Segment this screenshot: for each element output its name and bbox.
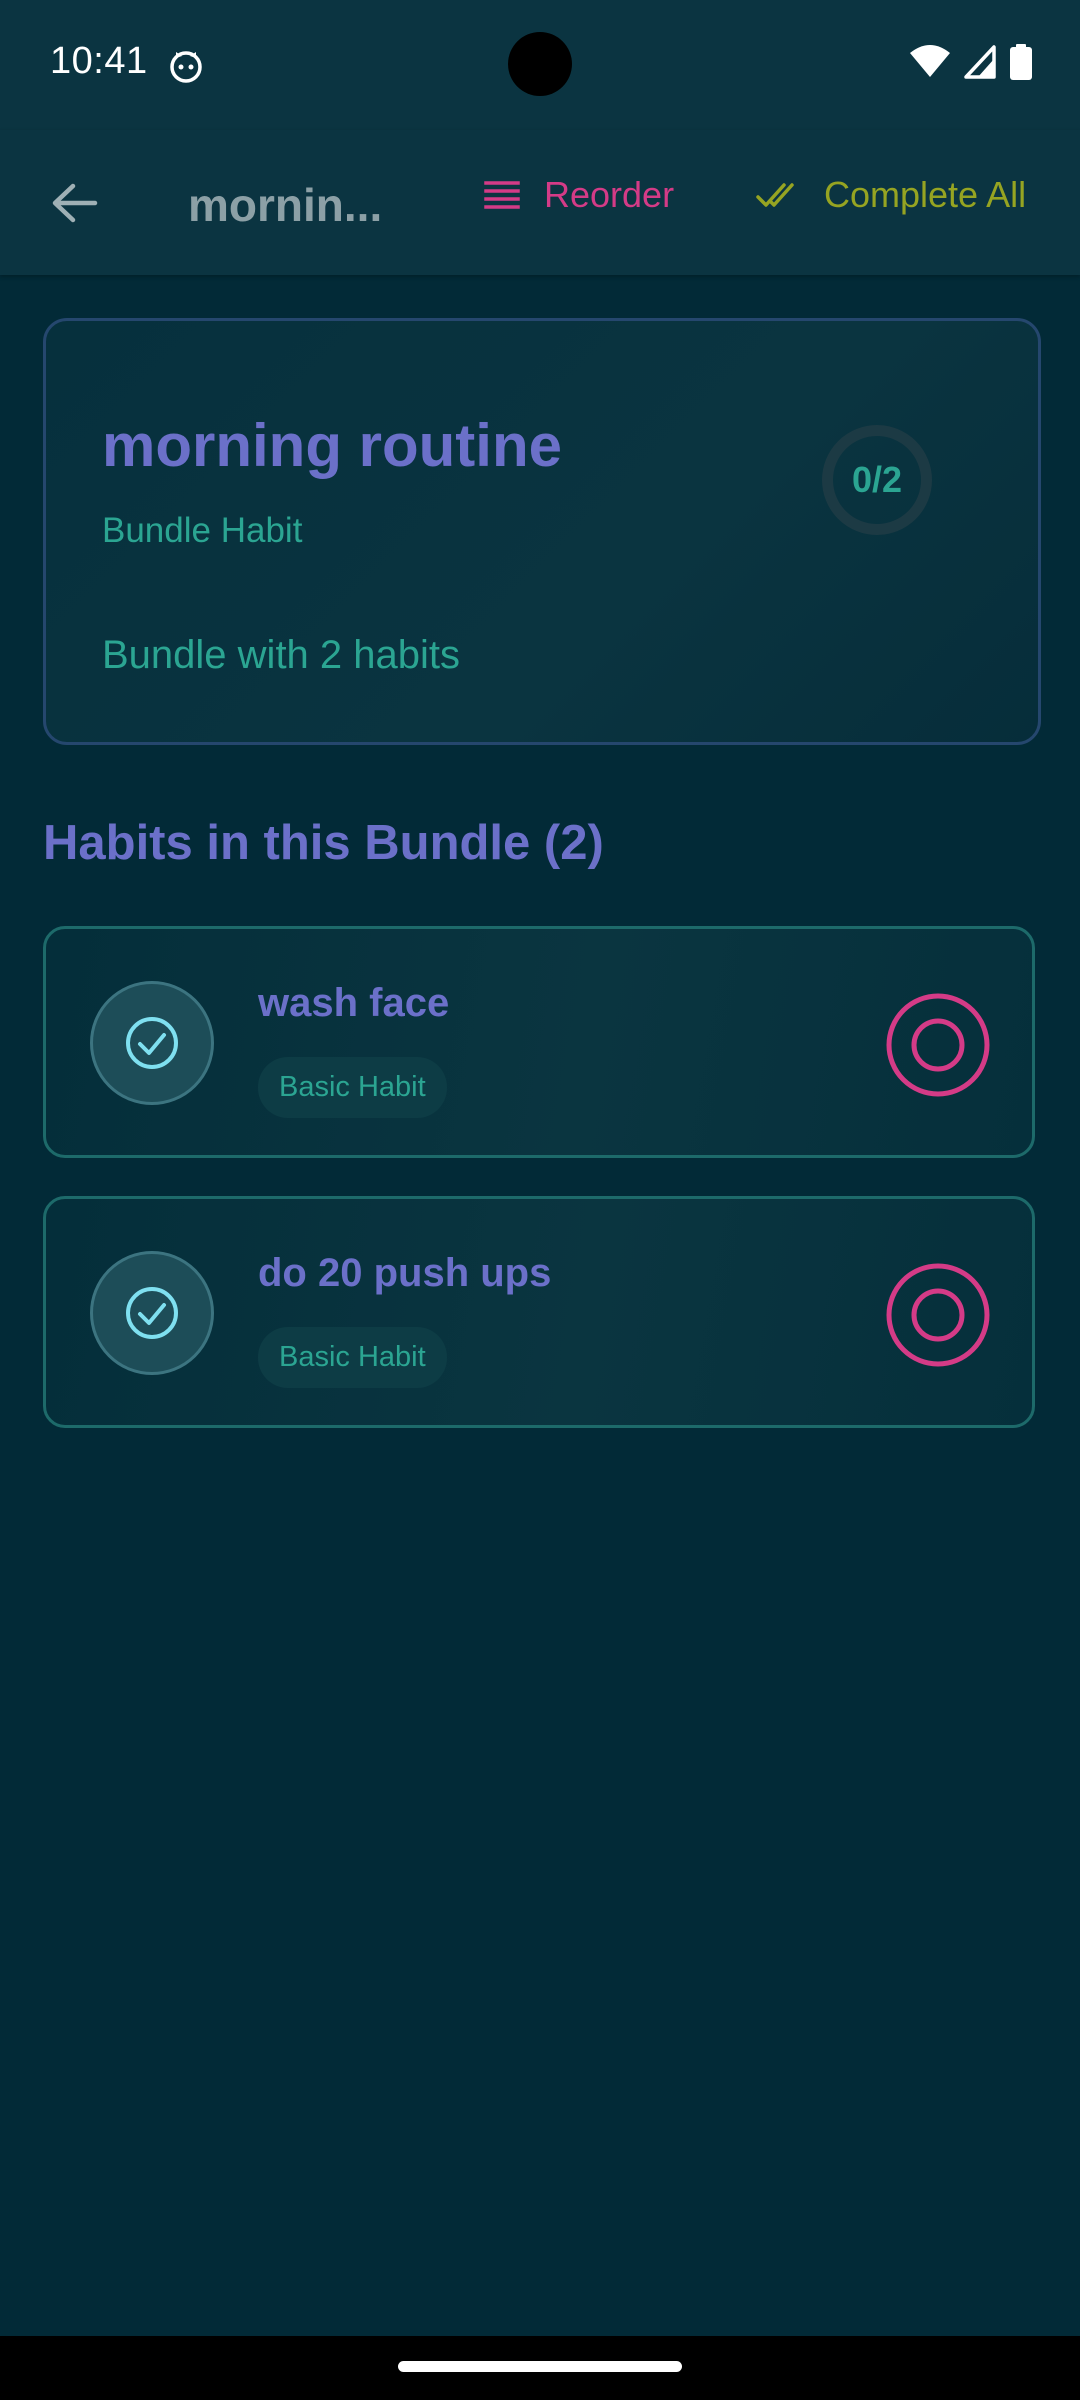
complete-all-button[interactable]: Complete All bbox=[756, 174, 1026, 216]
check-circle-icon bbox=[126, 1017, 178, 1069]
habit-type-badge: Basic Habit bbox=[258, 1057, 447, 1118]
back-arrow-icon bbox=[52, 183, 98, 223]
wifi-icon bbox=[910, 45, 950, 77]
target-icon[interactable] bbox=[886, 1263, 990, 1367]
back-button[interactable] bbox=[40, 168, 110, 238]
bundle-description: Bundle with 2 habits bbox=[102, 633, 461, 677]
double-check-icon bbox=[756, 183, 794, 207]
target-icon[interactable] bbox=[886, 993, 990, 1097]
complete-all-label: Complete All bbox=[824, 174, 1027, 215]
habit-icon-circle bbox=[90, 981, 214, 1105]
reorder-lines-icon bbox=[484, 181, 520, 209]
bundle-summary-card: morning routine Bundle Habit Bundle with… bbox=[43, 318, 1041, 745]
bundle-progress-ring: 0/2 bbox=[822, 425, 932, 535]
signal-icon bbox=[964, 45, 996, 79]
habit-type-badge: Basic Habit bbox=[258, 1327, 447, 1388]
app-bar: mornin... Reorder Complete All bbox=[0, 130, 1080, 275]
habit-card[interactable]: wash face Basic Habit bbox=[43, 926, 1035, 1158]
bundle-title: morning routine bbox=[102, 412, 562, 479]
status-icons bbox=[910, 44, 1032, 80]
bundle-progress-text: 0/2 bbox=[851, 459, 903, 500]
reorder-button[interactable]: Reorder bbox=[484, 174, 674, 216]
battery-icon bbox=[1010, 44, 1032, 80]
cat-notification-icon bbox=[170, 51, 202, 83]
camera-cutout bbox=[508, 32, 572, 96]
habit-name: do 20 push ups bbox=[258, 1251, 552, 1295]
home-indicator[interactable] bbox=[398, 2361, 682, 2372]
check-circle-icon bbox=[126, 1287, 178, 1339]
bundle-type-label: Bundle Habit bbox=[102, 511, 303, 550]
page-title: mornin... bbox=[188, 179, 383, 231]
habit-card[interactable]: do 20 push ups Basic Habit bbox=[43, 1196, 1035, 1428]
section-title: Habits in this Bundle (2) bbox=[43, 816, 604, 870]
status-bar: 10:41 bbox=[0, 0, 1080, 130]
habit-name: wash face bbox=[258, 981, 450, 1025]
habit-icon-circle bbox=[90, 1251, 214, 1375]
reorder-label: Reorder bbox=[544, 174, 675, 215]
status-time: 10:41 bbox=[50, 40, 148, 82]
